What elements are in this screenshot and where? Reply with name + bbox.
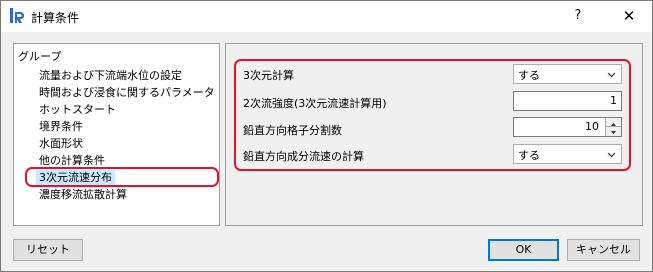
group-item-3d-velocity-distribution[interactable]: 3次元流速分布 bbox=[36, 170, 115, 186]
settings-panel: 3次元計算 する 2次流強度(3次元流速計算用) 1 鉛直方向格子分割数 10 … bbox=[225, 43, 643, 226]
vertical-velocity-calculation-select[interactable]: する bbox=[513, 144, 622, 164]
group-item-flow-and-downstream-level[interactable]: 流量および下流端水位の設定 bbox=[36, 68, 185, 84]
spin-buttons bbox=[605, 118, 621, 136]
group-item-boundary-conditions[interactable]: 境界条件 bbox=[36, 119, 86, 135]
vertical-velocity-calculation-value: する bbox=[518, 149, 540, 162]
group-item-concentration-advection-diffusion[interactable]: 濃度移流拡散計算 bbox=[36, 187, 130, 203]
title-bar: 計算条件 ? ✕ bbox=[1, 1, 652, 32]
3d-calculation-value: する bbox=[518, 69, 540, 82]
help-button[interactable]: ? bbox=[567, 5, 589, 27]
spin-up-button[interactable] bbox=[606, 118, 621, 127]
secondary-flow-strength-value: 1 bbox=[610, 94, 617, 107]
triangle-down-icon bbox=[611, 131, 616, 134]
row-label-3d-calculation: 3次元計算 bbox=[243, 69, 294, 82]
reset-button[interactable]: リセット bbox=[13, 239, 83, 261]
ok-button[interactable]: OK bbox=[488, 239, 559, 261]
secondary-flow-strength-input[interactable]: 1 bbox=[513, 91, 622, 111]
group-item-other-conditions[interactable]: 他の計算条件 bbox=[36, 153, 108, 169]
group-item-time-and-erosion-params[interactable]: 時間および浸食に関するパラメータ bbox=[36, 85, 218, 101]
calculation-conditions-dialog: 計算条件 ? ✕ グループ 流量および下流端水位の設定 時間および浸食に関するパ… bbox=[0, 0, 653, 272]
group-item-hot-start[interactable]: ホットスタート bbox=[36, 102, 119, 118]
row-label-vertical-velocity-calculation: 鉛直方向成分流速の計算 bbox=[243, 150, 364, 163]
group-item-water-surface-shape[interactable]: 水面形状 bbox=[36, 136, 86, 152]
group-list-panel: グループ 流量および下流端水位の設定 時間および浸食に関するパラメータ ホットス… bbox=[13, 43, 220, 226]
3d-calculation-select[interactable]: する bbox=[513, 64, 622, 84]
chevron-down-icon bbox=[607, 72, 616, 78]
group-list-title: グループ bbox=[18, 50, 62, 63]
spin-down-button[interactable] bbox=[606, 127, 621, 136]
iric-app-icon bbox=[9, 8, 25, 25]
vertical-grid-divisions-spinbox[interactable]: 10 bbox=[513, 117, 622, 137]
vertical-grid-divisions-value: 10 bbox=[585, 120, 599, 133]
window-title: 計算条件 bbox=[31, 11, 80, 25]
chevron-down-icon bbox=[607, 152, 616, 158]
cancel-button[interactable]: キャンセル bbox=[567, 239, 640, 261]
close-button[interactable]: ✕ bbox=[618, 5, 640, 27]
row-label-vertical-grid-divisions: 鉛直方向格子分割数 bbox=[243, 124, 342, 137]
row-label-secondary-flow-strength: 2次流強度(3次元流速計算用) bbox=[243, 97, 387, 110]
